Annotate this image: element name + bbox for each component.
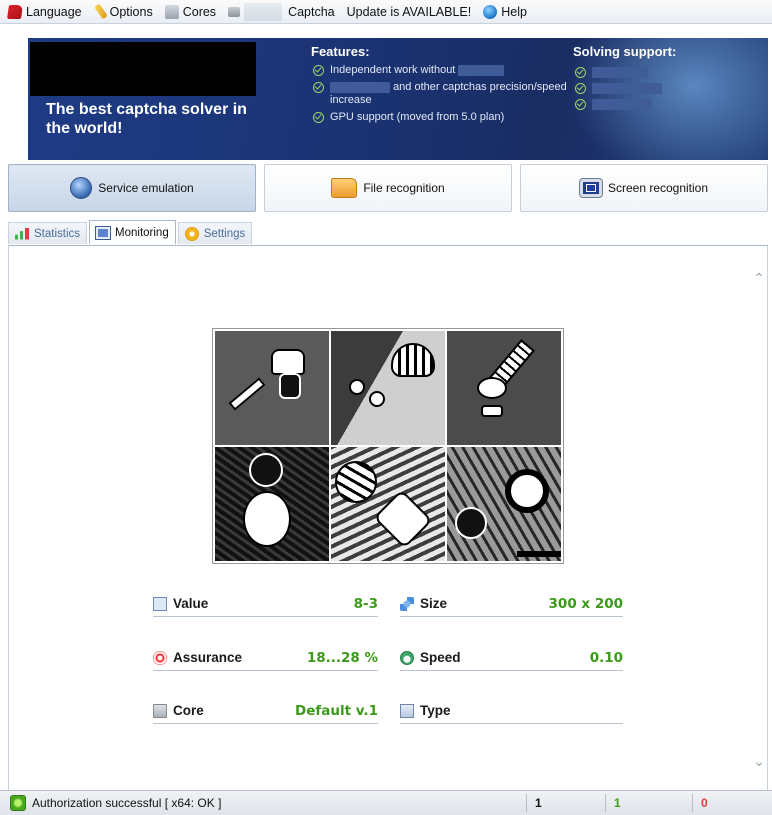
menu-captcha-label: Captcha [288,4,335,19]
assurance-value: 18...28 % [306,649,378,666]
solving-item [575,82,662,94]
captcha-icon [228,6,241,17]
menu-update-label: Update is AVAILABLE! [346,4,472,19]
scroll-down-icon[interactable]: ⌄ [753,753,765,770]
folder-icon [331,178,358,198]
globe-icon [70,177,93,199]
feature-item: GPU support (moved from 5.0 plan) [313,111,573,124]
tab-statistics-label: Statistics [34,227,81,240]
service-emulation-label: Service emulation [98,181,194,195]
captcha-cell [447,447,561,561]
captcha-cell [215,331,329,445]
mode-buttons: Service emulation File recognition Scree… [8,164,768,214]
check-icon [575,83,586,94]
status-count-success: 1 [614,796,621,810]
menu-language-label: Language [26,4,82,19]
menu-cores-label: Cores [182,4,217,19]
captcha-cell [331,447,445,561]
scroll-up-icon[interactable]: ⌃ [753,270,765,287]
screen-recognition-label: Screen recognition [607,181,709,195]
bar-chart-icon [15,227,29,240]
monitor-icon [95,225,112,240]
assurance-field: Assurance 18...28 % [153,645,378,671]
flag-icon [7,4,23,19]
tab-monitoring-label: Monitoring [115,226,169,239]
tab-settings[interactable]: Settings [177,222,253,244]
feature-item: and other captchas precision/speed incre… [313,81,573,107]
status-text: Authorization successful [ x64: OK ] [32,796,222,810]
tab-settings-label: Settings [203,227,246,240]
captcha-cell [331,331,445,445]
assurance-label: Assurance [173,650,243,665]
status-count-total: 1 [535,796,542,810]
tab-monitoring[interactable]: Monitoring [89,220,176,244]
feature-text: GPU support (moved from 5.0 plan) [330,111,505,123]
pencil-icon [93,3,108,20]
gear-icon [184,226,199,241]
screen-icon [578,178,603,198]
screen-recognition-button[interactable]: Screen recognition [520,164,768,212]
redacted-logo [30,42,256,96]
menu-captcha[interactable]: Captcha [228,2,335,21]
type-label: Type [420,703,451,718]
menu-cores[interactable]: Cores [164,4,217,19]
cores-icon [164,4,179,19]
solving-item [575,66,662,78]
menu-options-label: Options [109,4,153,19]
file-recognition-label: File recognition [363,181,445,195]
type-field: Type [400,698,623,724]
check-icon [313,112,324,123]
captcha-cell [447,331,561,445]
target-icon [153,650,167,665]
value-icon [153,596,167,611]
check-icon [575,67,586,78]
promo-banner: The best captcha solver in the world! Fe… [28,38,768,160]
service-emulation-button[interactable]: Service emulation [8,164,256,212]
size-value: 300 x 200 [548,595,623,612]
tab-strip: Statistics Monitoring Settings [8,220,254,244]
speed-icon [400,650,414,665]
status-count-error: 0 [701,796,708,810]
menu-update[interactable]: Update is AVAILABLE! [347,5,472,19]
value-value: 8-3 [353,595,378,612]
value-field: Value 8-3 [153,591,378,617]
captcha-cell [215,447,329,561]
status-ok-icon [10,795,26,811]
status-bar: Authorization successful [ x64: OK ] 1 1… [0,790,772,815]
solving-item [575,98,662,110]
core-icon [153,703,167,718]
features-title: Features: [311,44,370,59]
menu-help[interactable]: Help [483,4,527,19]
check-icon [575,99,586,110]
check-icon [313,82,324,93]
feature-text: Independent work without [330,64,505,77]
help-icon [483,4,498,19]
redacted-area [244,2,283,21]
speed-value: 0.10 [589,649,623,666]
size-icon [400,596,414,611]
size-label: Size [420,596,448,611]
tab-statistics[interactable]: Statistics [8,222,88,244]
solving-support-title: Solving support: [573,44,677,59]
menu-options[interactable]: Options [93,3,153,20]
file-recognition-button[interactable]: File recognition [264,164,512,212]
features-list: Independent work without and other captc… [313,64,573,128]
core-value: Default v.1 [295,702,378,719]
speed-field: Speed 0.10 [400,645,623,671]
menu-bar: Language Options Cores Captcha Update is… [0,0,772,24]
core-field: Core Default v.1 [153,698,378,724]
solving-support-list [575,66,662,114]
feature-item: Independent work without [313,64,573,77]
captcha-image [212,328,564,564]
type-icon [400,703,414,718]
value-label: Value [173,596,209,611]
menu-help-label: Help [501,4,527,19]
size-field: Size 300 x 200 [400,591,623,617]
menu-language[interactable]: Language [7,4,82,19]
feature-text: and other captchas precision/speed incre… [330,81,567,106]
banner-tagline: The best captcha solver in the world! [46,101,247,137]
check-icon [313,65,324,76]
speed-label: Speed [420,650,461,665]
core-label: Core [173,703,204,718]
